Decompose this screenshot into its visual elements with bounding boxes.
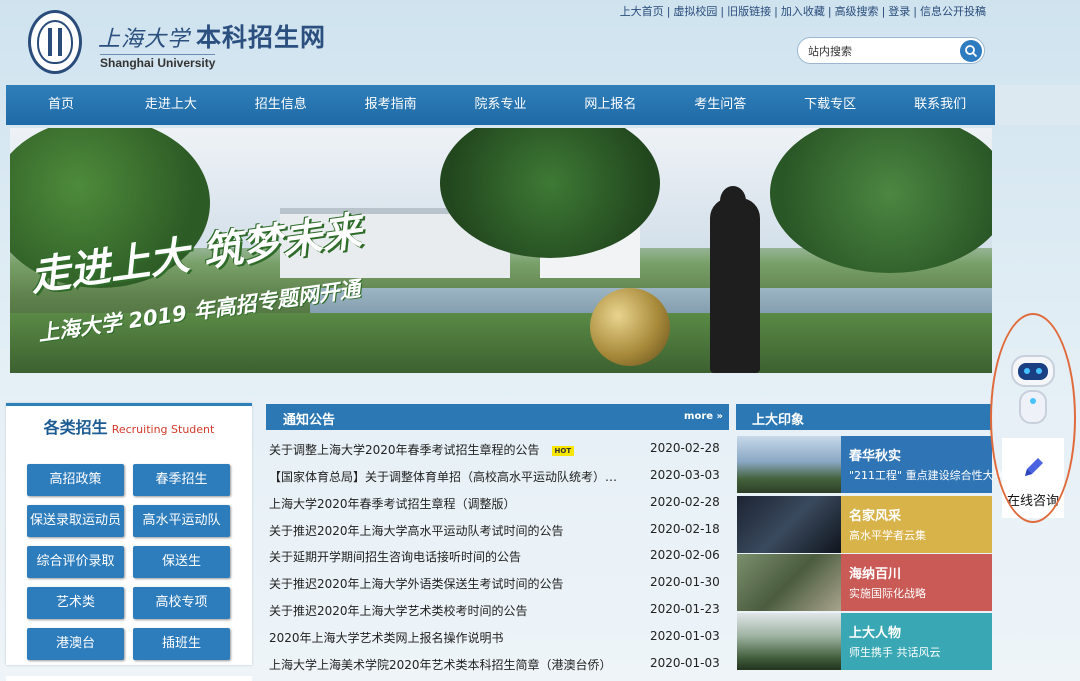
recruit-btn-hk-macau-tw[interactable]: 港澳台: [27, 628, 124, 660]
card-photo: [737, 613, 841, 670]
notice-row[interactable]: 【国家体育总局】关于调整体育单招（高校高水平运动队统考）… 2020-03-03: [269, 462, 729, 488]
logo-script-text: 上海大学: [98, 27, 191, 52]
notice-row-date: 2020-01-30: [650, 575, 720, 589]
card-title: 海纳百川: [849, 567, 902, 582]
notice-row[interactable]: 关于调整上海大学2020年春季考试招生章程的公告 HOT 2020-02-28: [269, 435, 729, 461]
recruit-btn-art[interactable]: 艺术类: [27, 587, 124, 619]
card-subtitle: "211工程" 重点建设综合性大学: [849, 469, 1005, 482]
site-logo-title[interactable]: 上海大学 本科招生网: [98, 18, 326, 54]
notice-panel: 通知公告 more » 关于调整上海大学2020年春季考试招生章程的公告 HOT …: [266, 404, 729, 681]
top-link-info-submit[interactable]: 信息公开投稿: [920, 5, 986, 18]
card-photo: [737, 436, 841, 493]
notice-row[interactable]: 上海大学上海美术学院2020年艺术类本科招生简章（港澳台侨） 2020-01-0…: [269, 650, 729, 676]
nav-admission-info[interactable]: 招生信息: [226, 85, 336, 125]
notice-row-date: 2020-02-28: [650, 441, 720, 455]
notice-row-date: 2020-02-06: [650, 548, 720, 562]
golden-apple-sculpture: [590, 288, 670, 366]
card-subtitle: 实施国际化战略: [849, 587, 926, 600]
recruiting-panel: 各类招生 Recruiting Student 高招政策 春季招生 保送录取运动员…: [6, 403, 252, 665]
recruiting-title-cn: 各类招生: [43, 418, 108, 437]
nav-filler: [995, 85, 1080, 125]
nav-guide[interactable]: 报考指南: [336, 85, 446, 125]
notice-row[interactable]: 2020年上海大学艺术类网上报名操作说明书 2020-01-03: [269, 623, 729, 649]
notice-row[interactable]: 上海大学2020年春季考试招生章程（调整版） 2020-02-28: [269, 489, 729, 515]
nav-qa[interactable]: 考生问答: [665, 85, 775, 125]
recruiting-title-en: Recruiting Student: [111, 423, 215, 436]
site-header: 上海大学 本科招生网 Shanghai University 上大首页 | 虚拟校园 |…: [0, 0, 1080, 85]
card-subtitle: 师生携手 共话风云: [849, 646, 941, 659]
impression-panel: 上大印象 春华秋实 "211工程" 重点建设综合性大学 名家风采 高水平学者云集…: [736, 404, 1005, 681]
search-icon: [965, 45, 978, 58]
notice-more-link[interactable]: more »: [684, 411, 723, 422]
main-nav: 首页 走进上大 招生信息 报考指南 院系专业 网上报名 考生问答 下载专区 联系…: [6, 85, 995, 125]
logo-english-text: Shanghai University: [100, 54, 216, 70]
nav-about[interactable]: 走进上大: [116, 85, 226, 125]
recruit-btn-recommended[interactable]: 保送生: [133, 546, 230, 578]
impression-card[interactable]: 名家风采 高水平学者云集: [737, 496, 992, 553]
search-input[interactable]: [808, 43, 953, 59]
top-link-home[interactable]: 上大首页: [620, 5, 664, 18]
notice-row-text[interactable]: 关于延期开学期间招生咨询电话接听时间的公告: [269, 548, 631, 565]
impression-card[interactable]: 上大人物 师生携手 共话风云: [737, 613, 992, 670]
notice-row-date: 2020-02-28: [650, 495, 720, 509]
notice-row[interactable]: 关于推迟2020年上海大学外语类保送生考试时间的公告 2020-01-30: [269, 569, 729, 595]
hot-badge: HOT: [551, 445, 575, 456]
recruit-btn-athlete[interactable]: 保送录取运动员: [27, 505, 124, 537]
site-search: [797, 37, 985, 64]
top-link-login[interactable]: 登录: [888, 5, 910, 18]
notice-row-text[interactable]: 关于推迟2020年上海大学艺术类校考时间的公告: [269, 602, 631, 619]
recruit-btn-comprehensive[interactable]: 综合评价录取: [27, 546, 124, 578]
nav-downloads[interactable]: 下载专区: [775, 85, 885, 125]
statue-figure: [710, 186, 760, 373]
nav-departments[interactable]: 院系专业: [446, 85, 556, 125]
notice-row-text[interactable]: 2020年上海大学艺术类网上报名操作说明书: [269, 629, 631, 646]
impression-card[interactable]: 春华秋实 "211工程" 重点建设综合性大学: [737, 436, 1005, 493]
notice-row-date: 2020-01-03: [650, 656, 720, 670]
search-button[interactable]: [960, 40, 982, 62]
highlight-ring: [990, 313, 1076, 523]
notice-row-date: 2020-02-18: [650, 522, 720, 536]
notice-row-date: 2020-03-03: [650, 468, 720, 482]
card-photo: [737, 496, 841, 553]
notice-row-text[interactable]: 关于推迟2020年上海大学外语类保送生考试时间的公告: [269, 575, 631, 592]
notice-header: 通知公告 more »: [266, 404, 729, 430]
card-title: 上大人物: [849, 626, 902, 641]
notice-row-text[interactable]: 上海大学2020年春季考试招生章程（调整版）: [269, 495, 631, 512]
notice-row-text[interactable]: 关于调整上海大学2020年春季考试招生章程的公告: [269, 443, 540, 457]
notice-row[interactable]: 关于推迟2020年上海大学高水平运动队考试时间的公告 2020-02-18: [269, 516, 729, 542]
notice-row-text[interactable]: 【国家体育总局】关于调整体育单招（高校高水平运动队统考）…: [269, 468, 631, 485]
card-title: 春华秋实: [849, 449, 902, 464]
card-title: 名家风采: [849, 509, 902, 524]
top-link-favorite[interactable]: 加入收藏: [781, 5, 825, 18]
notice-row-date: 2020-01-03: [650, 629, 720, 643]
top-link-old-version[interactable]: 旧版链接: [727, 5, 771, 18]
panel-bottom-strip: [6, 676, 252, 681]
recruit-btn-sports-team[interactable]: 高水平运动队: [133, 505, 230, 537]
university-emblem-logo[interactable]: [28, 10, 82, 74]
nav-online-apply[interactable]: 网上报名: [555, 85, 665, 125]
notice-row[interactable]: 关于延期开学期间招生咨询电话接听时间的公告 2020-02-06: [269, 542, 729, 568]
recruit-btn-transfer[interactable]: 插班生: [133, 628, 230, 660]
nav-contact[interactable]: 联系我们: [885, 85, 995, 125]
top-link-advanced-search[interactable]: 高级搜索: [835, 5, 879, 18]
notice-row-text[interactable]: 关于推迟2020年上海大学高水平运动队考试时间的公告: [269, 522, 631, 539]
card-subtitle: 高水平学者云集: [849, 529, 926, 542]
impression-title: 上大印象: [736, 404, 992, 430]
logo-bold-text: 本科招生网: [196, 23, 327, 52]
nav-home[interactable]: 首页: [6, 85, 116, 125]
recruiting-panel-title: 各类招生 Recruiting Student: [6, 406, 252, 438]
notice-title: 通知公告: [283, 413, 336, 428]
campus-banner[interactable]: 走进上大 筑梦未来 上海大学 2019 年高招专题网开通: [10, 128, 992, 373]
card-photo: [737, 554, 841, 611]
notice-row-date: 2020-01-23: [650, 602, 720, 616]
notice-row-text[interactable]: 上海大学上海美术学院2020年艺术类本科招生简章（港澳台侨）: [269, 656, 631, 673]
impression-card[interactable]: 海纳百川 实施国际化战略: [737, 554, 992, 611]
recruit-btn-spring[interactable]: 春季招生: [133, 464, 230, 496]
notice-row[interactable]: 关于推迟2020年上海大学艺术类校考时间的公告 2020-01-23: [269, 596, 729, 622]
top-links: 上大首页 | 虚拟校园 | 旧版链接 | 加入收藏 | 高级搜索 | 登录 | 信息公开投稿: [619, 5, 986, 18]
recruit-btn-policy[interactable]: 高招政策: [27, 464, 124, 496]
top-link-virtual-campus[interactable]: 虚拟校园: [673, 5, 717, 18]
recruit-btn-special[interactable]: 高校专项: [133, 587, 230, 619]
